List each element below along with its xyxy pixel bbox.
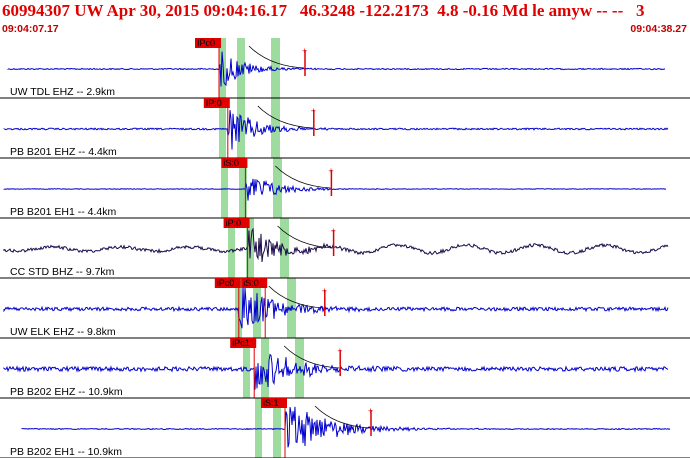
coda-end-plus: + bbox=[328, 166, 333, 176]
waveform-trace bbox=[3, 285, 669, 329]
channel-label: UW ELK EHZ -- 9.8km bbox=[10, 326, 116, 338]
window-band bbox=[271, 38, 280, 98]
pick-label: iPc0 bbox=[217, 278, 235, 288]
channel-label: PB B202 EHZ -- 10.9km bbox=[10, 386, 123, 398]
pick-label: iP:0 bbox=[226, 218, 242, 228]
channel-label: CC STD BHZ -- 9.7km bbox=[10, 266, 115, 278]
waveform-trace bbox=[3, 178, 667, 201]
channel-row[interactable]: + iS:0 PB B201 EH1 -- 4.4km bbox=[0, 158, 690, 219]
coda-end-plus: + bbox=[331, 226, 336, 236]
channel-row[interactable]: + iPc0 iS:0 UW ELK EHZ -- 9.8km bbox=[0, 278, 690, 339]
coda-curve bbox=[283, 345, 340, 369]
coda-end-plus: + bbox=[311, 106, 316, 116]
channel-label: PB B201 EH1 -- 4.4km bbox=[10, 206, 116, 218]
waveform-trace bbox=[3, 353, 669, 390]
pick-label: iS:0 bbox=[243, 278, 259, 288]
start-time: 09:04:07.17 bbox=[2, 23, 59, 35]
window-band bbox=[273, 158, 282, 218]
coda-end-plus: + bbox=[337, 346, 342, 356]
window-band bbox=[261, 338, 269, 398]
coda-curve bbox=[257, 105, 313, 129]
channel-label: PB B201 EHZ -- 4.4km bbox=[10, 146, 117, 158]
event-title: 60994307 UW Apr 30, 2015 09:04:16.17 46.… bbox=[2, 1, 645, 20]
coda-end-plus: + bbox=[302, 46, 307, 56]
pick-label: IP:0 bbox=[206, 98, 222, 108]
channel-row[interactable]: + iPc1 PB B202 EHZ -- 10.9km bbox=[0, 338, 690, 399]
channel-label: PB B202 EH1 -- 10.9km bbox=[10, 446, 122, 458]
window-band bbox=[255, 398, 262, 458]
channel-rows: + IPc0 UW TDL EHZ -- 2.9km + IP:0 PB B201 EHZ… bbox=[0, 38, 690, 458]
header: 60994307 UW Apr 30, 2015 09:04:16.17 46.… bbox=[0, 0, 690, 38]
channel-row[interactable]: + iS:1 PB B202 EH1 -- 10.9km bbox=[0, 398, 690, 458]
channel-row[interactable]: + iP:0 CC STD BHZ -- 9.7km bbox=[0, 218, 690, 279]
waveform-trace bbox=[3, 110, 669, 150]
pick-label: iS:0 bbox=[223, 158, 239, 168]
channel-row[interactable]: + IPc0 UW TDL EHZ -- 2.9km bbox=[0, 38, 690, 99]
pick-label: IPc0 bbox=[197, 38, 215, 48]
waveform-trace bbox=[7, 51, 666, 87]
seismogram-panel[interactable]: + IPc0 UW TDL EHZ -- 2.9km + IP:0 PB B201 EHZ… bbox=[0, 38, 690, 458]
pick-label: iPc1 bbox=[232, 338, 250, 348]
coda-end-plus: + bbox=[322, 286, 327, 296]
pick-label: iS:1 bbox=[263, 398, 279, 408]
channel-row[interactable]: + IP:0 PB B201 EHZ -- 4.4km bbox=[0, 98, 690, 159]
coda-curve bbox=[268, 285, 324, 309]
channel-label: UW TDL EHZ -- 2.9km bbox=[10, 86, 115, 98]
waveform-trace bbox=[3, 227, 669, 263]
coda-end-plus: + bbox=[368, 406, 373, 416]
coda-curve bbox=[275, 165, 331, 189]
coda-curve bbox=[314, 405, 371, 429]
waveform-trace bbox=[21, 406, 671, 448]
end-time: 09:04:38.27 bbox=[630, 23, 687, 35]
